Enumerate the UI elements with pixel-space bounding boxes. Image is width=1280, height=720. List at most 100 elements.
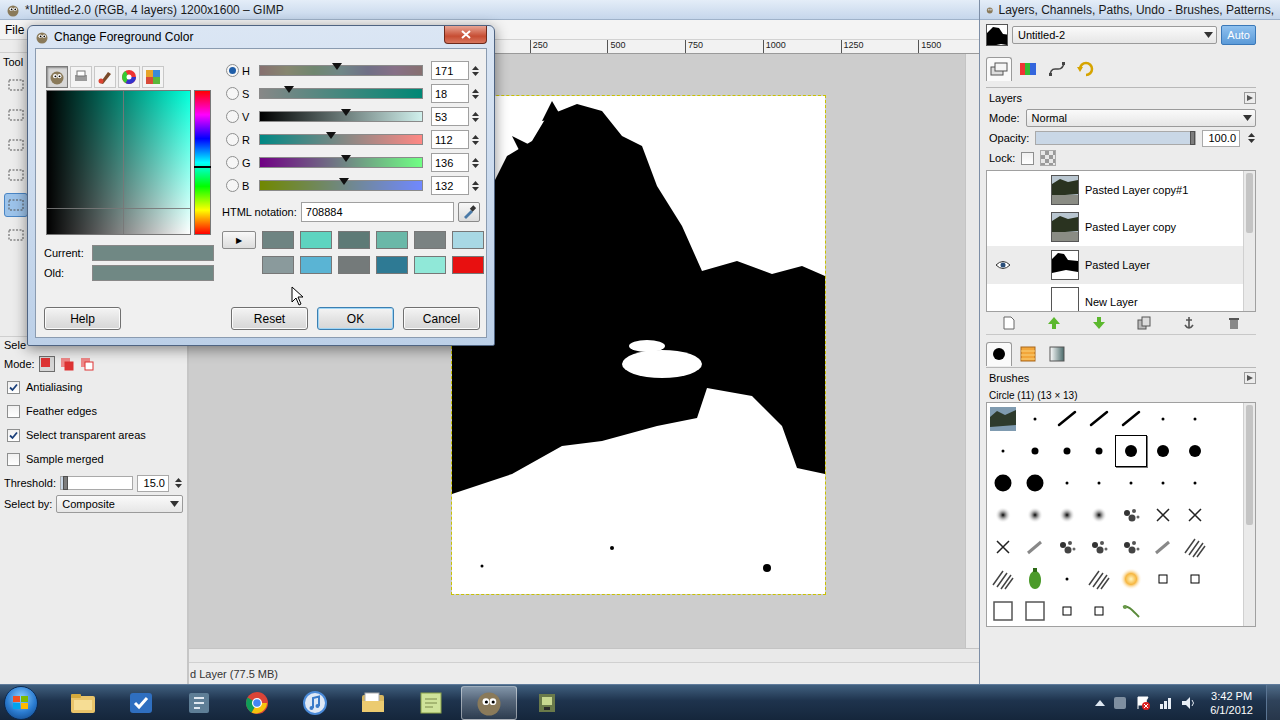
mode-button[interactable] (59, 356, 75, 372)
dialog-button[interactable]: OK (317, 307, 394, 330)
brush-cell[interactable] (1179, 435, 1211, 467)
raise-layer-button[interactable] (1047, 316, 1061, 333)
layer-scrollbar[interactable] (1243, 171, 1255, 311)
channel-value[interactable]: 132 (431, 176, 469, 195)
brush-cell[interactable] (1147, 435, 1179, 467)
history-arrow-button[interactable]: ▶ (222, 231, 256, 249)
brush-cell[interactable] (1083, 563, 1115, 595)
channel-marker[interactable] (284, 86, 294, 94)
image[interactable] (452, 96, 825, 594)
history-swatch[interactable] (262, 231, 294, 249)
mode-button[interactable] (39, 356, 55, 372)
brush-cell[interactable] (1115, 435, 1147, 467)
brush-cell[interactable] (1019, 435, 1051, 467)
layer-row[interactable]: Pasted Layer copy (987, 209, 1243, 247)
brush-cell[interactable] (1019, 403, 1051, 435)
option-checkbox[interactable] (7, 453, 20, 466)
show-desktop-button[interactable] (1266, 685, 1280, 720)
history-swatch[interactable] (414, 231, 446, 249)
brush-cell[interactable] (1051, 563, 1083, 595)
tool-button[interactable] (4, 193, 28, 217)
selector-tab[interactable] (142, 66, 164, 88)
history-swatch[interactable] (452, 256, 484, 274)
taskbar-app[interactable] (229, 686, 285, 720)
taskbar-app[interactable] (113, 686, 169, 720)
channel-value[interactable]: 171 (431, 61, 469, 80)
delete-layer-button[interactable] (1227, 316, 1241, 333)
option-row[interactable]: Feather edges (4, 399, 183, 423)
opacity-handle[interactable] (1190, 131, 1195, 145)
clock[interactable]: 3:42 PM6/1/2012 (1204, 689, 1259, 717)
brush-cell[interactable] (1147, 403, 1179, 435)
panel-menu-button[interactable] (1244, 372, 1256, 384)
channel-marker[interactable] (341, 155, 351, 163)
history-swatch[interactable] (376, 231, 408, 249)
tool-button[interactable] (4, 163, 28, 187)
lock-pixels-checkbox[interactable] (1021, 152, 1034, 165)
history-swatch[interactable] (338, 256, 370, 274)
brush-cell[interactable] (1051, 595, 1083, 626)
history-swatch[interactable] (262, 256, 294, 274)
mode-button[interactable] (79, 356, 95, 372)
dialog-button[interactable]: Cancel (403, 307, 480, 330)
brush-cell[interactable] (1179, 563, 1211, 595)
close-button[interactable] (444, 26, 487, 44)
vertical-scrollbar[interactable] (965, 54, 979, 648)
channel-slider[interactable] (259, 88, 423, 99)
threshold-handle[interactable] (63, 476, 68, 490)
channel-value[interactable]: 136 (431, 153, 469, 172)
auto-button[interactable]: Auto (1221, 25, 1256, 45)
spin-buttons[interactable] (470, 135, 480, 145)
brush-cell[interactable] (987, 595, 1019, 626)
history-swatch[interactable] (300, 256, 332, 274)
selector-tab[interactable] (94, 66, 116, 88)
brush-cell[interactable] (1115, 499, 1147, 531)
brush-cell[interactable] (1051, 403, 1083, 435)
anchor-layer-button[interactable] (1182, 316, 1196, 333)
channel-slider[interactable] (259, 65, 423, 76)
history-swatch[interactable] (414, 256, 446, 274)
duplicate-layer-button[interactable] (1137, 316, 1151, 333)
taskbar-app[interactable] (287, 686, 343, 720)
brush-cell[interactable] (1083, 595, 1115, 626)
taskbar-app[interactable] (345, 686, 401, 720)
channel-radio[interactable] (226, 156, 239, 169)
volume-icon[interactable] (1181, 695, 1197, 711)
brush-cell[interactable] (1179, 467, 1211, 499)
selector-tab[interactable] (46, 66, 68, 88)
brush-cell[interactable] (1019, 595, 1051, 626)
channel-radio[interactable] (226, 179, 239, 192)
dialog-button[interactable]: Reset (231, 307, 308, 330)
history-swatch[interactable] (452, 231, 484, 249)
taskbar-app[interactable] (461, 686, 517, 720)
brush-cell[interactable] (987, 563, 1019, 595)
brush-cell[interactable] (1019, 499, 1051, 531)
tool-button[interactable] (4, 133, 28, 157)
brush-cell[interactable] (1051, 435, 1083, 467)
option-row[interactable]: Antialiasing (4, 375, 183, 399)
history-swatch[interactable] (300, 231, 332, 249)
brush-cell[interactable] (987, 499, 1019, 531)
spin-buttons[interactable] (1246, 133, 1256, 143)
opacity-value[interactable]: 100.0 (1202, 130, 1240, 147)
channel-slider[interactable] (259, 180, 423, 191)
channel-marker[interactable] (332, 63, 342, 71)
dock-tab[interactable] (986, 57, 1012, 81)
select-by-dropdown[interactable]: Composite (56, 495, 183, 513)
brush-cell[interactable] (1115, 467, 1147, 499)
html-input[interactable]: 708884 (301, 202, 454, 222)
hue-strip[interactable] (194, 90, 211, 235)
dock-tab[interactable] (1015, 57, 1041, 81)
channel-marker[interactable] (326, 132, 336, 140)
taskbar-app[interactable] (171, 686, 227, 720)
option-checkbox[interactable] (7, 429, 20, 442)
opacity-slider[interactable] (1035, 131, 1196, 145)
brush-cell[interactable] (1083, 499, 1115, 531)
lower-layer-button[interactable] (1092, 316, 1106, 333)
option-checkbox[interactable] (7, 381, 20, 394)
brush-cell[interactable] (1083, 403, 1115, 435)
brush-cell[interactable] (1179, 499, 1211, 531)
visibility-toggle[interactable] (987, 171, 1019, 209)
spin-buttons[interactable] (470, 158, 480, 168)
brush-tab[interactable] (1015, 342, 1041, 366)
